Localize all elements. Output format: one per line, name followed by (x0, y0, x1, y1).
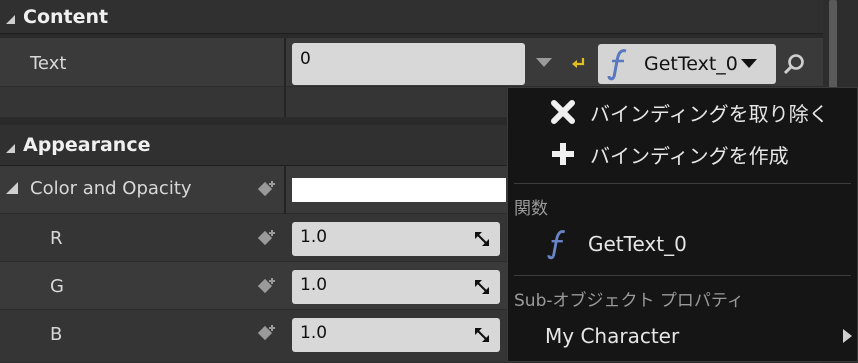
chevron-right-icon (843, 329, 852, 343)
my-character-label: My Character (545, 324, 680, 348)
function-getText-item[interactable]: GetText_0 (508, 224, 857, 264)
create-binding-label: バインディングを作成 (590, 143, 789, 168)
close-icon (551, 100, 575, 124)
create-binding-item[interactable]: バインディングを作成 (508, 136, 857, 172)
content-section-header[interactable]: Content (0, 0, 823, 34)
text-property-label: Text (30, 53, 67, 74)
bind-diamond-icon[interactable] (258, 324, 276, 342)
bind-diamond-icon[interactable] (258, 229, 276, 247)
column-divider (284, 38, 286, 117)
expand-arrow-icon[interactable] (6, 182, 18, 194)
search-icon[interactable] (782, 52, 806, 76)
collapse-arrow-icon[interactable] (6, 143, 15, 153)
function-icon (607, 49, 627, 81)
drag-spin-icon[interactable] (475, 328, 489, 342)
menu-separator (514, 183, 851, 184)
b-value: 1.0 (300, 323, 328, 343)
b-value-input[interactable]: 1.0 (292, 318, 500, 352)
r-value: 1.0 (300, 227, 328, 247)
my-character-submenu-item[interactable]: My Character (508, 318, 857, 354)
text-value-input[interactable]: 0 (292, 43, 525, 85)
text-value: 0 (300, 49, 311, 69)
binding-dropdown-button[interactable]: GetText_0 (598, 44, 776, 84)
drag-spin-icon[interactable] (475, 280, 489, 294)
content-section-title: Content (23, 5, 109, 28)
color-opacity-label: Color and Opacity (30, 178, 192, 199)
function-icon (547, 230, 566, 260)
g-channel-label: G (50, 276, 64, 297)
combo-dropdown-icon[interactable] (536, 58, 552, 68)
r-value-input[interactable]: 1.0 (292, 222, 500, 256)
chevron-down-icon (740, 59, 757, 68)
binding-context-menu: バインディングを取り除く バインディングを作成 関数 GetText_0 Sub… (507, 87, 858, 362)
bind-diamond-icon[interactable] (258, 180, 276, 198)
menu-separator (514, 275, 851, 276)
binding-function-name: GetText_0 (644, 53, 738, 75)
subobject-properties-heading: Sub-オブジェクト プロパティ (514, 291, 744, 311)
color-swatch[interactable] (292, 178, 506, 202)
g-value-input[interactable]: 1.0 (292, 270, 500, 304)
b-channel-label: B (50, 324, 63, 345)
g-value: 1.0 (300, 275, 328, 295)
reset-to-default-icon[interactable] (571, 56, 587, 70)
plus-icon (552, 143, 574, 165)
remove-binding-label: バインディングを取り除く (590, 101, 829, 126)
functions-heading: 関数 (514, 199, 548, 219)
remove-binding-item[interactable]: バインディングを取り除く (508, 94, 857, 130)
r-channel-label: R (50, 228, 63, 249)
appearance-section-title: Appearance (23, 134, 151, 156)
collapse-arrow-icon[interactable] (6, 15, 15, 24)
drag-spin-icon[interactable] (475, 232, 489, 246)
function-getText-label: GetText_0 (588, 232, 687, 256)
bind-diamond-icon[interactable] (258, 277, 276, 295)
